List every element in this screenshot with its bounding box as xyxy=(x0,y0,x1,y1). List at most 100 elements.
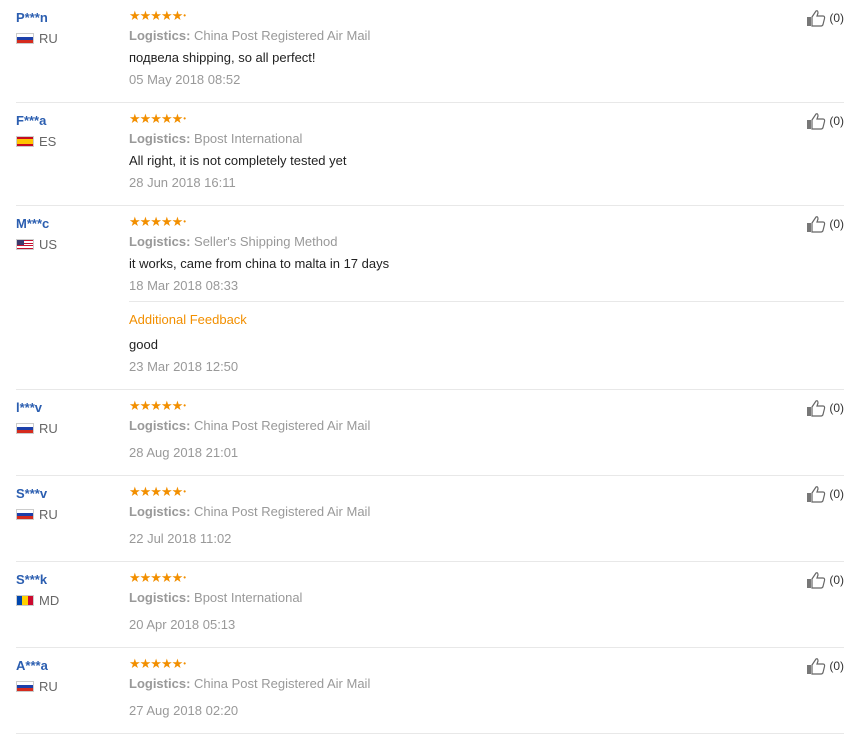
rating-stars-icon: ★★★★★ xyxy=(129,484,183,499)
reviewer-name[interactable]: F***a xyxy=(16,113,56,129)
logistics-method: Bpost International xyxy=(194,590,303,605)
helpful-count: (0) xyxy=(829,659,844,673)
logistics-info: Logistics: Bpost International xyxy=(129,131,774,147)
reviewer-info: F***a ES xyxy=(16,113,56,149)
reviewer-country: RU xyxy=(16,421,58,436)
reviewer-country: RU xyxy=(16,31,58,46)
rating-stars-icon: ★★★★★ xyxy=(129,570,183,585)
country-code: RU xyxy=(39,679,58,694)
helpful-button[interactable]: (0) xyxy=(806,399,844,417)
reviewer-country: MD xyxy=(16,593,59,608)
logistics-method: Bpost International xyxy=(194,131,303,146)
thumbs-up-icon xyxy=(807,486,826,503)
star-rating: ★★★★★• xyxy=(129,8,186,23)
helpful-button[interactable]: (0) xyxy=(806,112,844,130)
additional-feedback-title: Additional Feedback xyxy=(129,312,247,327)
logistics-info: Logistics: Bpost International xyxy=(129,590,774,606)
reviewer-name[interactable]: l***v xyxy=(16,400,58,416)
review-content: ★★★★★• Logistics: Bpost International All … xyxy=(129,103,844,205)
logistics-label: Logistics: xyxy=(129,234,191,249)
logistics-label: Logistics: xyxy=(129,590,191,605)
reviewer-info: P***n RU xyxy=(16,10,58,46)
review-date: 22 Jul 2018 11:02 xyxy=(129,531,232,546)
logistics-label: Logistics: xyxy=(129,418,191,433)
logistics-info: Logistics: China Post Registered Air Mai… xyxy=(129,28,774,44)
review-date: 28 Aug 2018 21:01 xyxy=(129,445,239,460)
review-content: ★★★★★• Logistics: China Post Registered A… xyxy=(129,390,844,475)
review-date: 18 Mar 2018 08:33 xyxy=(129,278,239,293)
helpful-count: (0) xyxy=(829,217,844,231)
review-item: S***k MD ★★★★★• Logistics: Bpost Internatio… xyxy=(16,562,844,648)
reviewer-country: US xyxy=(16,237,57,252)
review-item: P***n RU ★★★★★• Logistics: China Post Regis… xyxy=(16,0,844,103)
helpful-button[interactable]: (0) xyxy=(806,657,844,675)
review-content: ★★★★★• Logistics: Bpost International 20 A… xyxy=(129,562,844,647)
flag-ru-icon xyxy=(16,681,34,692)
review-item: F***a ES ★★★★★• Logistics: Bpost Internatio… xyxy=(16,103,844,206)
rating-stars-icon: ★★★★★ xyxy=(129,398,183,413)
review-date: 27 Aug 2018 02:20 xyxy=(129,703,239,718)
country-code: ES xyxy=(39,134,57,149)
logistics-label: Logistics: xyxy=(129,676,191,691)
rating-stars-icon: ★★★★★ xyxy=(129,8,183,23)
thumbs-up-icon xyxy=(807,10,826,27)
review-item: A***a RU ★★★★★• Logistics: China Post Regis… xyxy=(16,648,844,734)
reviewer-name[interactable]: P***n xyxy=(16,10,58,26)
helpful-count: (0) xyxy=(829,401,844,415)
review-content: ★★★★★• Logistics: Seller's Shipping Metho… xyxy=(129,206,844,389)
thumbs-up-icon xyxy=(807,658,826,675)
logistics-label: Logistics: xyxy=(129,504,191,519)
logistics-info: Logistics: China Post Registered Air Mai… xyxy=(129,504,774,520)
flag-md-icon xyxy=(16,595,34,606)
reviewer-name[interactable]: A***a xyxy=(16,658,58,674)
review-list: P***n RU ★★★★★• Logistics: China Post Regis… xyxy=(0,0,856,734)
reviewer-info: S***v RU xyxy=(16,486,58,522)
helpful-button[interactable]: (0) xyxy=(806,571,844,589)
helpful-button[interactable]: (0) xyxy=(806,215,844,233)
country-code: MD xyxy=(39,593,60,608)
rating-stars-icon: ★★★★★ xyxy=(129,656,183,671)
thumbs-up-icon xyxy=(807,400,826,417)
reviewer-info: l***v RU xyxy=(16,400,58,436)
logistics-method: China Post Registered Air Mail xyxy=(194,28,371,43)
reviewer-country: RU xyxy=(16,679,58,694)
review-item: S***v RU ★★★★★• Logistics: China Post Regis… xyxy=(16,476,844,562)
logistics-info: Logistics: China Post Registered Air Mai… xyxy=(129,418,774,434)
star-rating: ★★★★★• xyxy=(129,656,186,671)
country-code: RU xyxy=(39,31,58,46)
helpful-button[interactable]: (0) xyxy=(806,485,844,503)
rating-stars-icon: ★★★★★ xyxy=(129,214,183,229)
rating-stars-icon: ★★★★★ xyxy=(129,111,183,126)
review-content: ★★★★★• Logistics: China Post Registered A… xyxy=(129,476,844,561)
review-date: 28 Jun 2018 16:11 xyxy=(129,175,236,190)
additional-feedback: Additional Feedback good 23 Mar 2018 12:50 xyxy=(129,301,844,389)
reviewer-name[interactable]: S***k xyxy=(16,572,59,588)
review-item: l***v RU ★★★★★• Logistics: China Post Regis… xyxy=(16,390,844,476)
reviewer-country: RU xyxy=(16,507,58,522)
additional-feedback-date: 23 Mar 2018 12:50 xyxy=(129,359,239,374)
thumbs-up-icon xyxy=(807,572,826,589)
country-code: RU xyxy=(39,507,58,522)
country-code: RU xyxy=(39,421,58,436)
star-rating: ★★★★★• xyxy=(129,111,186,126)
thumbs-up-icon xyxy=(807,216,826,233)
reviewer-info: M***c US xyxy=(16,216,57,252)
reviewer-name[interactable]: M***c xyxy=(16,216,57,232)
reviewer-info: A***a RU xyxy=(16,658,58,694)
reviewer-name[interactable]: S***v xyxy=(16,486,58,502)
additional-feedback-text: good xyxy=(129,337,158,352)
logistics-method: China Post Registered Air Mail xyxy=(194,676,371,691)
helpful-count: (0) xyxy=(829,114,844,128)
review-date: 05 May 2018 08:52 xyxy=(129,72,241,87)
logistics-info: Logistics: Seller's Shipping Method xyxy=(129,234,774,250)
review-content: ★★★★★• Logistics: China Post Registered A… xyxy=(129,0,844,102)
flag-us-icon xyxy=(16,239,34,250)
thumbs-up-icon xyxy=(807,113,826,130)
review-text: All right, it is not completely tested y… xyxy=(129,153,347,168)
flag-ru-icon xyxy=(16,33,34,44)
review-text: it works, came from china to malta in 17… xyxy=(129,256,390,271)
logistics-info: Logistics: China Post Registered Air Mai… xyxy=(129,676,774,692)
review-content: ★★★★★• Logistics: China Post Registered A… xyxy=(129,648,844,733)
helpful-button[interactable]: (0) xyxy=(806,9,844,27)
logistics-method: Seller's Shipping Method xyxy=(194,234,338,249)
